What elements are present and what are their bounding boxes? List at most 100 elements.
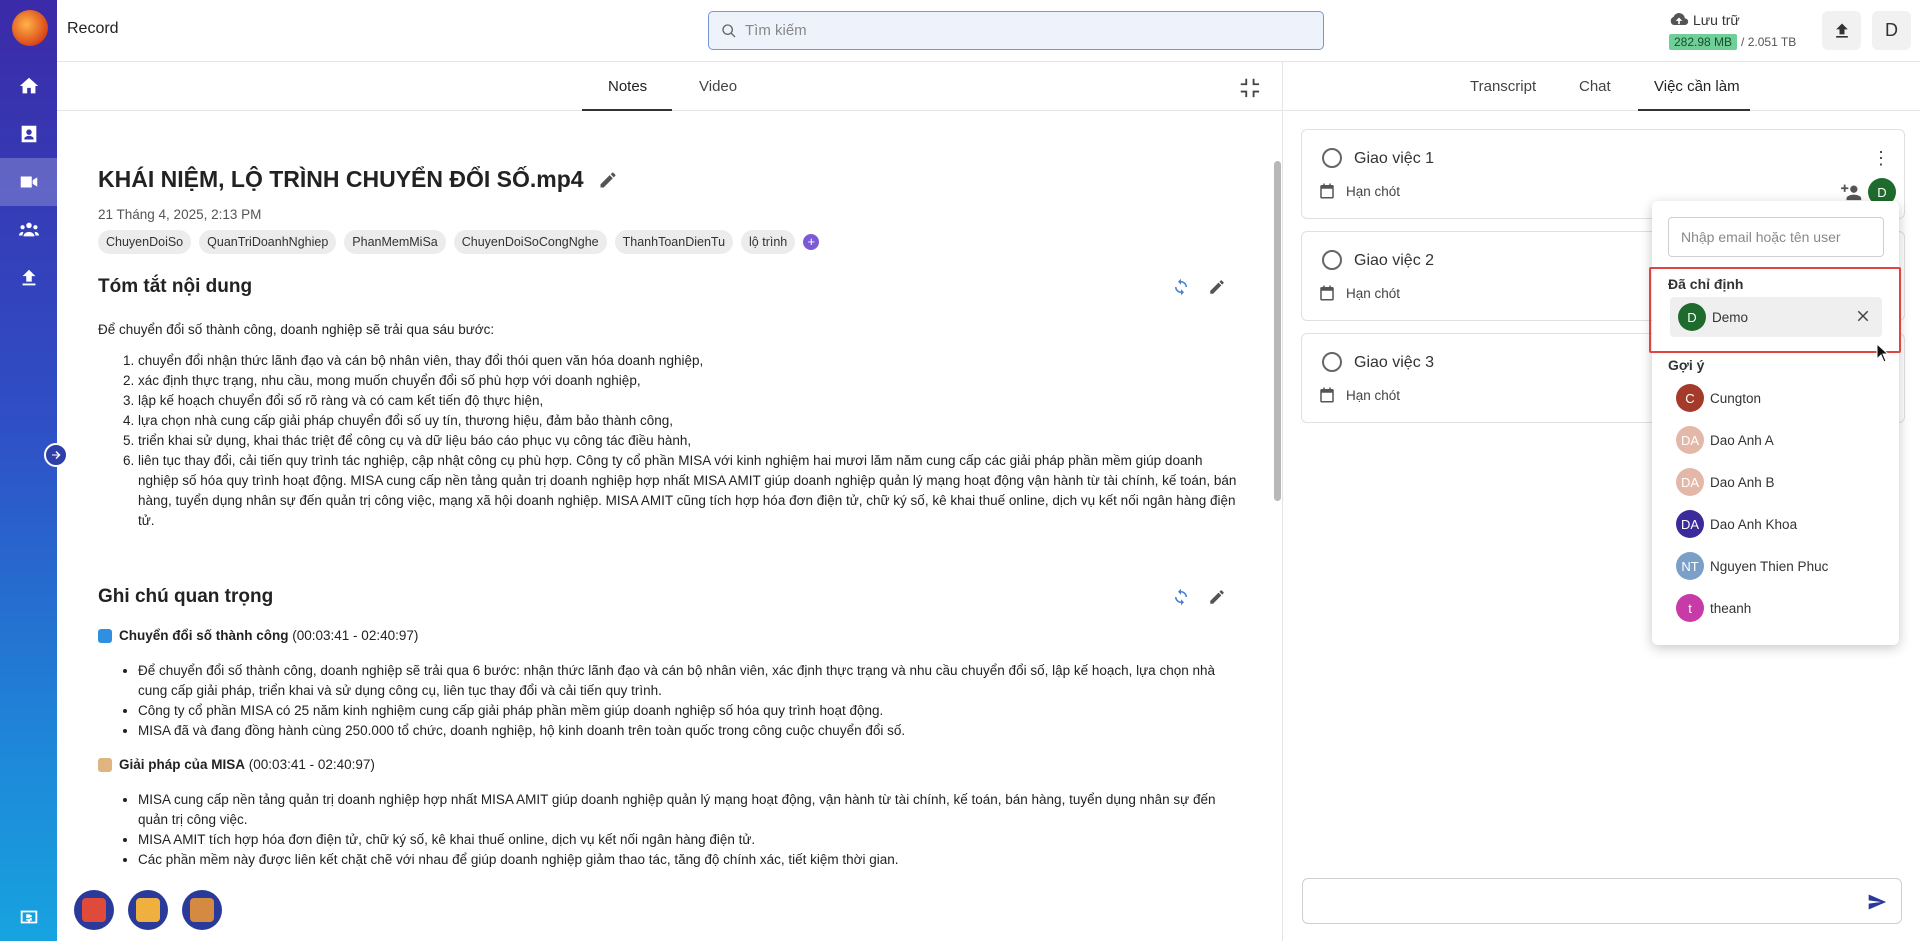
tag[interactable]: PhanMemMiSa xyxy=(344,230,446,254)
task-name[interactable]: Giao việc 3 xyxy=(1354,354,1434,372)
suggestion-item[interactable]: C Cungton xyxy=(1676,384,1761,412)
suggestion-item[interactable]: DA Dao Anh Khoa xyxy=(1676,510,1797,538)
avatar: t xyxy=(1676,594,1704,622)
refresh-icon[interactable] xyxy=(1172,588,1190,606)
list-item: xác định thực trạng, nhu cầu, mong muốn … xyxy=(138,371,1238,391)
person-add-icon xyxy=(1841,184,1862,201)
tag[interactable]: ThanhToanDienTu xyxy=(614,230,734,254)
task-checkbox[interactable] xyxy=(1322,352,1342,372)
tag-list: ChuyenDoiSo QuanTriDoanhNghiep PhanMemMi… xyxy=(98,230,820,254)
user-avatar-button[interactable]: D xyxy=(1872,11,1911,50)
share-button[interactable] xyxy=(182,890,222,930)
more-vert-icon[interactable]: ⋮ xyxy=(1872,148,1890,169)
app-title: Record xyxy=(67,20,119,37)
scrollbar-thumb[interactable] xyxy=(1274,161,1281,501)
tab-chat[interactable]: Chat xyxy=(1579,78,1611,95)
refresh-emoji-icon xyxy=(98,628,112,643)
list-item: chuyển đổi nhận thức lãnh đạo và cán bộ … xyxy=(138,351,1238,371)
edit-icon[interactable] xyxy=(598,170,618,190)
suggestion-name: Dao Anh A xyxy=(1710,432,1774,448)
upload-nav-item[interactable] xyxy=(0,254,57,302)
mouse-cursor-icon xyxy=(1876,343,1890,363)
note-section-title: Chuyển đổi số thành công (00:03:41 - 02:… xyxy=(98,628,418,643)
sidebar-toggle-button[interactable] xyxy=(44,443,68,467)
storage-used-badge: 282.98 MB xyxy=(1669,34,1738,50)
notes-panel: Notes Video KHÁI NIỆM, LỘ TRÌNH CHUYỂN Đ… xyxy=(57,62,1283,941)
tab-todo[interactable]: Việc cần làm xyxy=(1654,78,1740,95)
task-deadline[interactable]: Hạn chót xyxy=(1318,386,1400,404)
send-button[interactable] xyxy=(1867,892,1887,912)
tab-transcript[interactable]: Transcript xyxy=(1470,78,1536,95)
deadline-label: Hạn chót xyxy=(1346,285,1401,301)
list-item: MISA đã và đang đồng hành cùng 250.000 t… xyxy=(138,721,1238,741)
summary-steps: chuyển đổi nhận thức lãnh đạo và cán bộ … xyxy=(138,351,1238,531)
right-tabs: Transcript Chat Việc cần làm xyxy=(1284,62,1920,111)
search-box[interactable] xyxy=(708,11,1324,50)
add-tag-button[interactable]: + xyxy=(803,234,820,250)
highlight-box xyxy=(1649,267,1901,353)
tag[interactable]: QuanTriDoanhNghiep xyxy=(199,230,337,254)
tag[interactable]: lộ trình xyxy=(741,230,796,254)
send-email-button[interactable] xyxy=(128,890,168,930)
note-bullets: MISA cung cấp nền tảng quản trị doanh ng… xyxy=(138,790,1238,870)
suggestion-item[interactable]: NT Nguyen Thien Phuc xyxy=(1676,552,1828,580)
deadline-label: Hạn chót xyxy=(1346,387,1401,403)
list-item: MISA cung cấp nền tảng quản trị doanh ng… xyxy=(138,790,1238,830)
task-deadline[interactable]: Hạn chót xyxy=(1318,284,1400,302)
add-assignee-button[interactable] xyxy=(1840,180,1864,202)
left-tabs: Notes Video xyxy=(57,62,1282,111)
home-icon xyxy=(19,77,38,94)
search-input[interactable] xyxy=(745,22,1305,39)
tab-notes[interactable]: Notes xyxy=(608,78,647,95)
list-item: liên tục thay đổi, cải tiến quy trình tá… xyxy=(138,451,1238,531)
video-camera-icon xyxy=(20,176,37,188)
billing-icon xyxy=(20,910,37,924)
collapse-button[interactable] xyxy=(1238,76,1260,98)
tab-video[interactable]: Video xyxy=(699,78,737,95)
scrollbar[interactable] xyxy=(1272,111,1282,941)
suggestion-name: Dao Anh Khoa xyxy=(1710,516,1798,532)
suggestion-item[interactable]: DA Dao Anh A xyxy=(1676,426,1774,454)
list-item: Các phần mềm này được liên kết chặt chẽ … xyxy=(138,850,1238,870)
upload-icon xyxy=(22,269,35,286)
section-time: (00:03:41 - 02:40:97) xyxy=(292,628,419,643)
note-bullets: Để chuyển đổi số thành công, doanh nghiệ… xyxy=(138,661,1238,741)
calendar-icon xyxy=(1320,183,1334,199)
suggestion-item[interactable]: t theanh xyxy=(1676,594,1751,622)
section-title: Giải pháp của MISA xyxy=(119,757,246,772)
message-input[interactable] xyxy=(1302,878,1902,924)
contacts-nav-item[interactable] xyxy=(0,110,57,158)
notes-content: KHÁI NIỆM, LỘ TRÌNH CHUYỂN ĐỔI SỐ.mp4 21… xyxy=(98,111,1248,941)
upload-icon xyxy=(1835,23,1848,38)
edit-icon[interactable] xyxy=(1208,278,1226,296)
avatar: DA xyxy=(1676,468,1704,496)
groups-nav-item[interactable] xyxy=(0,206,57,254)
assignee-search-input[interactable] xyxy=(1668,217,1884,257)
suggestion-item[interactable]: DA Dao Anh B xyxy=(1676,468,1775,496)
list-item: triển khai sử dụng, khai thác triệt để c… xyxy=(138,431,1238,451)
section-title: Chuyển đổi số thành công xyxy=(119,628,289,643)
calendar-icon xyxy=(1320,387,1334,403)
top-bar: Record Lưu trữ 282.98 MB / 2.051 TB D xyxy=(57,0,1920,62)
task-name[interactable]: Giao việc 1 xyxy=(1354,150,1434,168)
home-nav-item[interactable] xyxy=(0,62,57,110)
task-checkbox[interactable] xyxy=(1322,250,1342,270)
calendar-icon xyxy=(1320,285,1334,301)
list-item: lập kế hoạch chuyển đổi số rõ ràng và có… xyxy=(138,391,1238,411)
avatar: DA xyxy=(1676,510,1704,538)
app-logo[interactable] xyxy=(12,10,48,46)
tag[interactable]: ChuyenDoiSoCongNghe xyxy=(453,230,607,254)
refresh-icon[interactable] xyxy=(1172,278,1190,296)
task-checkbox[interactable] xyxy=(1322,148,1342,168)
task-deadline[interactable]: Hạn chót xyxy=(1318,182,1400,200)
tag[interactable]: ChuyenDoiSo xyxy=(98,230,192,254)
export-pdf-button[interactable] xyxy=(74,890,114,930)
billing-nav-item[interactable] xyxy=(0,893,57,941)
search-icon xyxy=(722,23,736,37)
notes-actions xyxy=(1172,588,1226,606)
record-nav-item[interactable] xyxy=(0,158,57,206)
edit-icon[interactable] xyxy=(1208,588,1226,606)
doc-title-row: KHÁI NIỆM, LỘ TRÌNH CHUYỂN ĐỔI SỐ.mp4 xyxy=(98,166,618,193)
task-name[interactable]: Giao việc 2 xyxy=(1354,252,1434,270)
upload-button[interactable] xyxy=(1822,11,1861,50)
